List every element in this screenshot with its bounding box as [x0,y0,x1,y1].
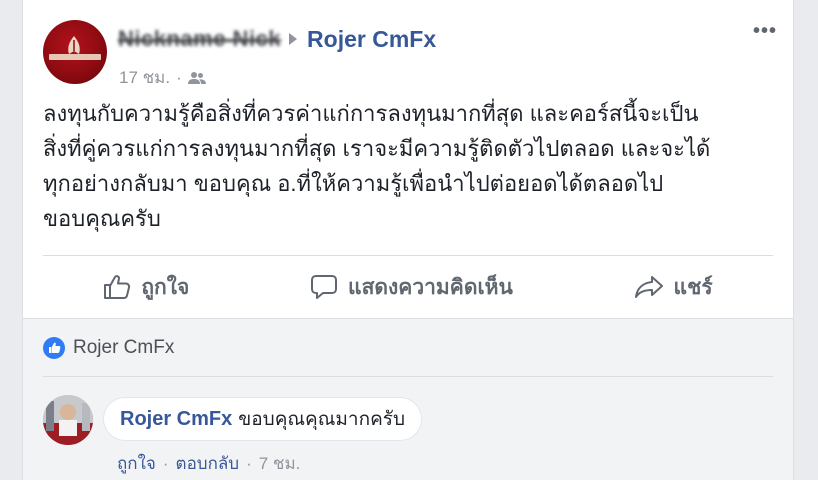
post-header: Nickname Nick Rojer CmFx [118,24,436,54]
comment-bubble-icon [311,275,338,299]
like-button[interactable]: ถูกใจ [103,271,189,304]
author-avatar[interactable] [43,20,107,84]
comment-separator: · [246,453,252,473]
commenter-photo [43,395,93,445]
comment-actions: ถูกใจ · ตอบกลับ · 7 ชม. [117,450,300,477]
comments-divider [43,376,773,377]
like-label: ถูกใจ [141,275,190,299]
post-body-line: ลงทุนกับความรู้คือสิ่งที่ควรค่าแก่การลงท… [43,101,699,126]
arrow-right-icon [289,33,298,45]
post-time[interactable]: 17 ชม. [119,64,170,91]
meta-separator: · [176,67,182,87]
logo-wordmark [49,54,101,60]
comment-label: แสดงความคิดเห็น [348,275,513,299]
share-label: แชร์ [673,275,713,299]
comments-section: Rojer CmFx Rojer CmFx ขอบคุณคุณมากครับ ถ… [23,318,793,480]
share-arrow-icon [634,276,663,298]
more-options-icon[interactable]: ••• [753,20,777,43]
reactions-summary[interactable]: Rojer CmFx [43,337,174,359]
actions-divider [43,255,773,256]
post-body-line: สิ่งที่คู่ควรแก่การลงทุนมากที่สุด เราจะม… [43,136,711,161]
commenter-avatar[interactable] [43,395,93,445]
post-body: ลงทุนกับความรู้คือสิ่งที่ควรค่าแก่การลงท… [43,96,783,236]
post-card: Nickname Nick Rojer CmFx 17 ชม. · ••• ลง… [22,0,794,480]
comment-reply-link[interactable]: ตอบกลับ [176,450,240,477]
post-body-line: ทุกอย่างกลับมา ขอบคุณ อ.ที่ให้ความรู้เพื… [43,171,664,196]
friends-icon[interactable] [187,71,206,85]
like-reaction-icon [43,337,65,359]
post-meta: 17 ชม. · [119,64,206,91]
share-button[interactable]: แชร์ [634,271,713,304]
comment-author[interactable]: Rojer CmFx [120,408,232,431]
thumbs-up-icon [104,275,131,299]
comment-separator: · [162,453,169,473]
comment-time[interactable]: 7 ชม. [259,450,301,477]
comment-text: ขอบคุณคุณมากครับ [238,409,406,430]
reactions-names: Rojer CmFx [73,337,175,358]
comment-like-link[interactable]: ถูกใจ [117,450,156,477]
post-actions-bar: ถูกใจ แสดงความคิดเห็น แชร์ [43,262,773,312]
target-profile-name[interactable]: Rojer CmFx [307,26,436,53]
comment-bubble: Rojer CmFx ขอบคุณคุณมากครับ [103,397,423,441]
comment-button[interactable]: แสดงความคิดเห็น [310,271,513,304]
post-body-line: ขอบคุณครับ [43,206,161,231]
author-name-redacted[interactable]: Nickname Nick [118,26,281,52]
